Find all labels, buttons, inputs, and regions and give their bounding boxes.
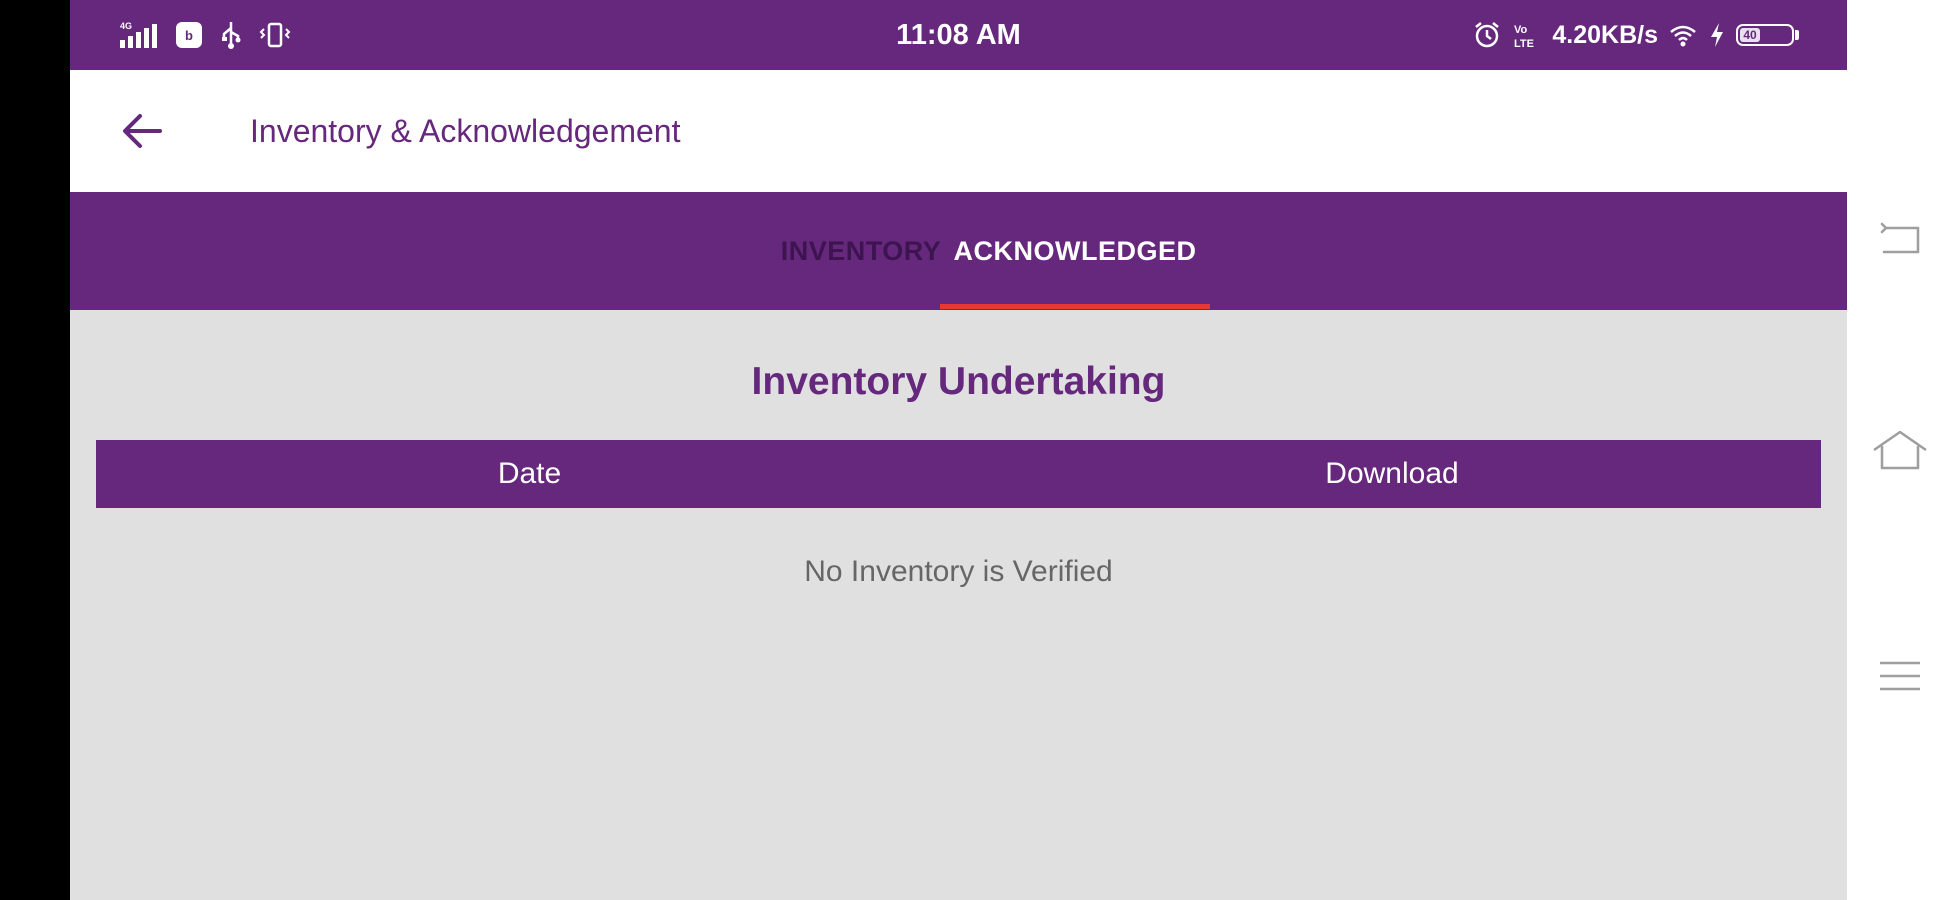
page-title: Inventory & Acknowledgement — [250, 113, 681, 149]
svg-text:LTE: LTE — [1514, 38, 1534, 50]
table-header: Date Download — [96, 440, 1821, 508]
device-bezel — [0, 0, 70, 900]
volte-icon: Vo LTE — [1512, 20, 1542, 50]
active-tab-indicator — [940, 304, 1210, 309]
status-bar: 4G b 11:08 AM Vo LTE 4.20KB/s 40 — [70, 0, 1847, 70]
alarm-icon — [1472, 20, 1502, 50]
svg-text:Vo: Vo — [1514, 24, 1528, 36]
menu-icon — [1880, 661, 1920, 691]
tab-bar: INVENTORY ACKNOWLEDGED — [70, 192, 1847, 310]
column-header-date: Date — [497, 457, 562, 490]
back-icon — [1880, 222, 1920, 254]
tab-acknowledged[interactable]: ACKNOWLEDGED — [940, 192, 1210, 310]
system-back-button[interactable] — [1847, 198, 1953, 278]
home-icon — [1873, 430, 1927, 470]
wifi-icon — [1668, 20, 1698, 50]
app-screen: 4G b 11:08 AM Vo LTE 4.20KB/s 40 Invento… — [70, 0, 1847, 900]
empty-state-message: No Inventory is Verified — [804, 555, 1113, 588]
battery-level: 40 — [1740, 28, 1760, 42]
charging-icon — [1708, 20, 1726, 50]
arrow-left-icon — [123, 114, 162, 148]
column-header-download: Download — [1325, 457, 1459, 490]
back-button[interactable] — [114, 103, 170, 159]
status-right-icons: Vo LTE 4.20KB/s 40 — [1472, 18, 1799, 52]
network-speed: 4.20KB/s — [1552, 20, 1658, 49]
app-bar: Inventory & Acknowledgement — [70, 70, 1847, 192]
system-menu-button[interactable] — [1847, 636, 1953, 716]
battery-icon: 40 — [1736, 24, 1799, 46]
section-title: Inventory Undertaking — [751, 360, 1166, 403]
system-home-button[interactable] — [1847, 410, 1953, 490]
system-nav-bar — [1847, 0, 1953, 900]
